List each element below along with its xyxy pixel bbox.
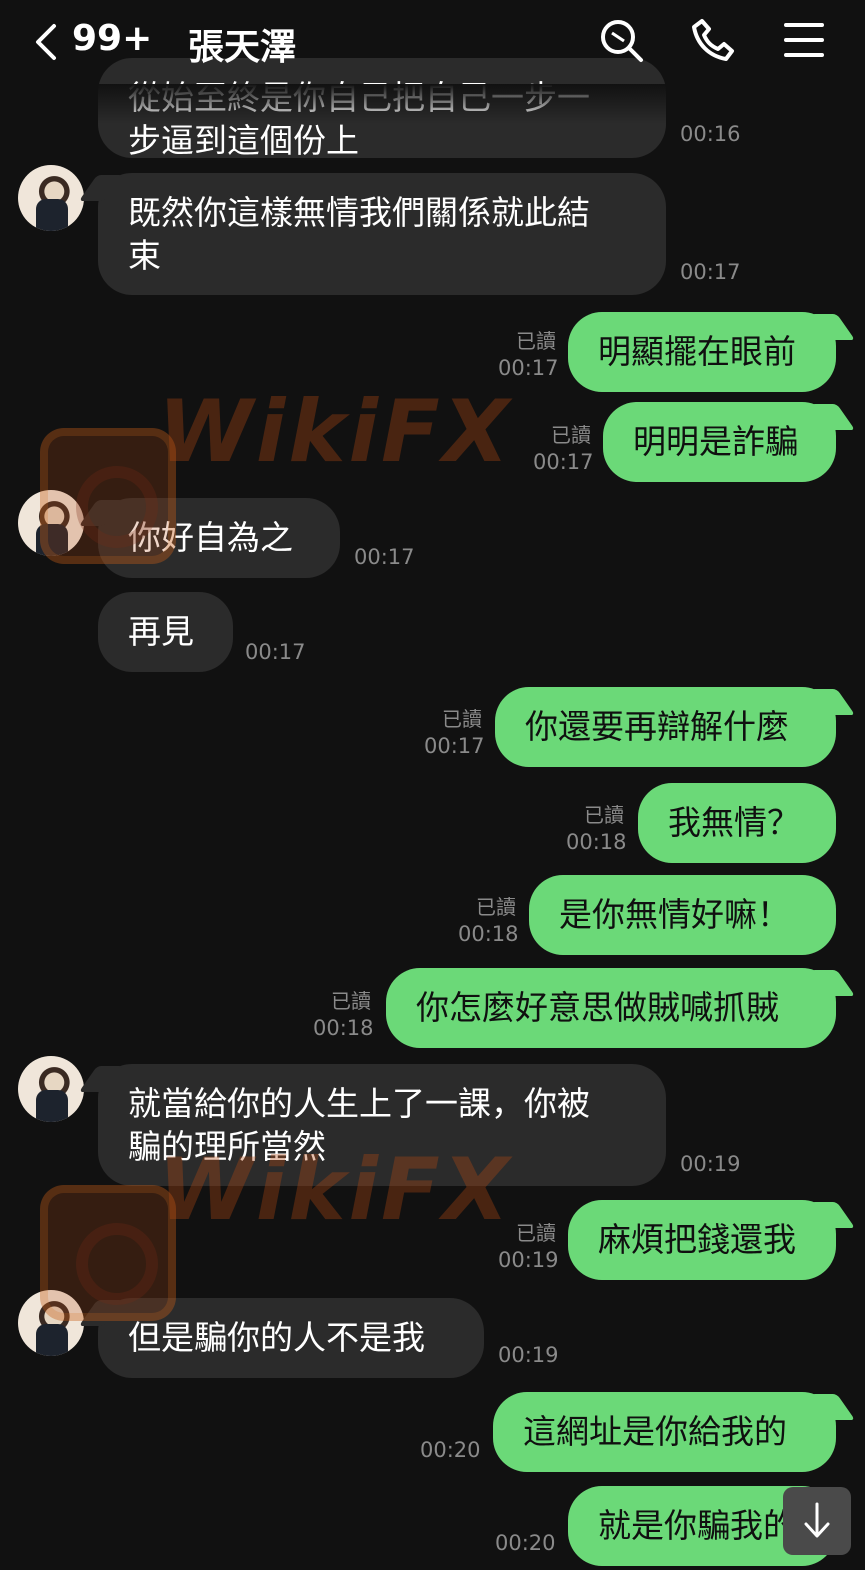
outgoing-message[interactable]: 是你無情好嘛！ bbox=[529, 875, 836, 955]
wikifx-watermark-logo-2 bbox=[40, 1185, 176, 1321]
message-text: 就當給你的人生上了一課，你被 bbox=[128, 1084, 590, 1123]
message-time: 00:16 bbox=[680, 122, 741, 146]
message-time: 00:20 bbox=[420, 1438, 481, 1462]
message-time: 00:19 bbox=[498, 1248, 559, 1272]
chat-header: 99+ 張天澤 bbox=[0, 0, 865, 84]
outgoing-message[interactable]: 麻煩把錢還我 bbox=[568, 1200, 836, 1280]
read-receipt: 已讀 bbox=[516, 329, 556, 353]
message-text: 再見 bbox=[128, 612, 194, 651]
message-time: 00:17 bbox=[498, 356, 559, 380]
message-time: 00:18 bbox=[458, 922, 519, 946]
message-time: 00:17 bbox=[424, 734, 485, 758]
message-text: 明明是詐騙 bbox=[633, 422, 798, 461]
message-text: 就是你騙我的 bbox=[598, 1506, 796, 1545]
search-icon[interactable] bbox=[597, 16, 645, 64]
message-text: 但是騙你的人不是我 bbox=[128, 1318, 425, 1357]
read-receipt: 已讀 bbox=[551, 423, 591, 447]
read-receipt: 已讀 bbox=[442, 707, 482, 731]
message-time: 00:18 bbox=[566, 830, 627, 854]
message-text: 你還要再辯解什麼 bbox=[525, 707, 789, 746]
message-text: 這網址是你給我的 bbox=[523, 1412, 787, 1451]
message-text: 你怎麼好意思做賊喊抓賊 bbox=[416, 988, 779, 1027]
wikifx-watermark-logo bbox=[40, 428, 176, 564]
message-text: 我無情？ bbox=[668, 803, 800, 842]
message-time: 00:17 bbox=[533, 450, 594, 474]
contact-name[interactable]: 張天澤 bbox=[188, 18, 296, 70]
outgoing-message[interactable]: 你還要再辯解什麼 bbox=[495, 687, 836, 767]
incoming-message[interactable]: 再見 bbox=[98, 592, 233, 672]
message-time: 00:19 bbox=[680, 1152, 741, 1176]
message-text: 麻煩把錢還我 bbox=[598, 1220, 796, 1259]
message-time: 00:17 bbox=[680, 260, 741, 284]
back-icon[interactable] bbox=[30, 22, 60, 62]
message-text: 束 bbox=[128, 236, 161, 275]
outgoing-message[interactable]: 明顯擺在眼前 bbox=[568, 312, 836, 392]
phone-icon[interactable] bbox=[689, 16, 737, 64]
message-text: 既然你這樣無情我們關係就此結 bbox=[128, 193, 590, 232]
contact-avatar[interactable] bbox=[18, 1056, 84, 1122]
message-text: 明顯擺在眼前 bbox=[598, 332, 796, 371]
menu-icon[interactable] bbox=[780, 16, 828, 64]
read-receipt: 已讀 bbox=[476, 895, 516, 919]
outgoing-message[interactable]: 明明是詐騙 bbox=[603, 402, 836, 482]
scroll-to-bottom-button[interactable] bbox=[783, 1487, 851, 1555]
message-time: 00:17 bbox=[354, 545, 415, 569]
arrow-down-icon bbox=[804, 1502, 830, 1538]
message-list[interactable]: 從始至終是你自己把自己一步一步逼到這個份上00:16既然你這樣無情我們關係就此結… bbox=[0, 0, 865, 1570]
wikifx-watermark-2: WikiFX bbox=[158, 1140, 513, 1240]
top-fade bbox=[0, 84, 865, 124]
outgoing-message[interactable]: 這網址是你給我的 bbox=[493, 1392, 836, 1472]
outgoing-message[interactable]: 我無情？ bbox=[638, 783, 836, 863]
message-time: 00:18 bbox=[313, 1016, 374, 1040]
outgoing-message[interactable]: 你怎麼好意思做賊喊抓賊 bbox=[386, 968, 836, 1048]
wikifx-watermark: WikiFX bbox=[158, 382, 513, 482]
incoming-message[interactable]: 既然你這樣無情我們關係就此結束 bbox=[98, 173, 666, 295]
unread-count[interactable]: 99+ bbox=[72, 18, 152, 59]
message-time: 00:17 bbox=[245, 640, 306, 664]
read-receipt: 已讀 bbox=[331, 989, 371, 1013]
message-time: 00:20 bbox=[495, 1531, 556, 1555]
read-receipt: 已讀 bbox=[584, 803, 624, 827]
contact-avatar[interactable] bbox=[18, 165, 84, 231]
message-text: 是你無情好嘛！ bbox=[559, 895, 790, 934]
message-time: 00:19 bbox=[498, 1343, 559, 1367]
message-text: 步逼到這個份上 bbox=[128, 121, 359, 160]
